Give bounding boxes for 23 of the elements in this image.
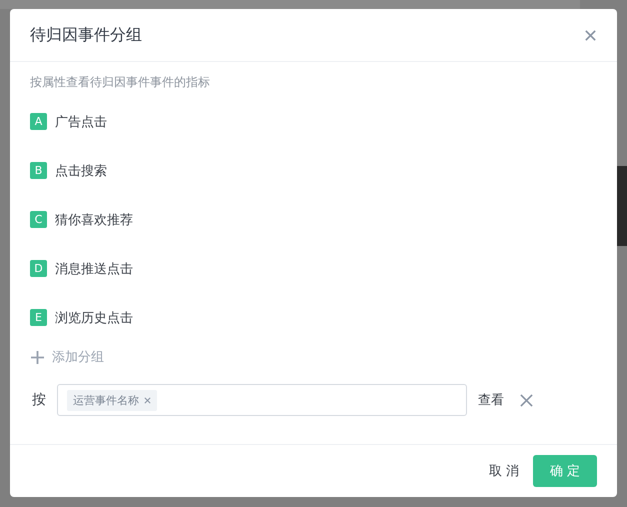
add-group-link[interactable]: 添加分组 <box>52 348 104 366</box>
group-letter-badge: E <box>30 309 47 326</box>
group-name: 广告点击 <box>55 114 107 130</box>
group-letter-badge: A <box>30 113 47 130</box>
group-name: 点击搜索 <box>55 162 107 180</box>
confirm-button[interactable]: 确 定 <box>533 455 597 487</box>
plus-icon[interactable] <box>31 350 44 364</box>
group-letter-badge: D <box>30 260 47 277</box>
group-name: 浏览历史点击 <box>55 310 133 326</box>
close-icon[interactable] <box>584 28 597 42</box>
property-select-field[interactable]: 运营事件名称 <box>57 384 467 416</box>
dialog-subtitle: 按属性查看待归因事件事件的指标 <box>30 74 211 91</box>
dialog-title: 待归因事件分组 <box>30 24 142 46</box>
filter-prefix: 按 <box>32 391 47 409</box>
group-name: 消息推送点击 <box>55 260 133 278</box>
remove-icon[interactable] <box>520 394 533 406</box>
property-tag: 运营事件名称 <box>67 390 157 410</box>
filter-suffix: 查看 <box>478 392 504 409</box>
cancel-button[interactable]: 取 消 <box>488 456 519 486</box>
group-letter-badge: C <box>30 211 47 228</box>
tag-close-icon[interactable] <box>144 396 151 404</box>
group-name: 猜你喜欢推荐 <box>55 212 133 228</box>
group-letter-badge: B <box>30 162 47 179</box>
